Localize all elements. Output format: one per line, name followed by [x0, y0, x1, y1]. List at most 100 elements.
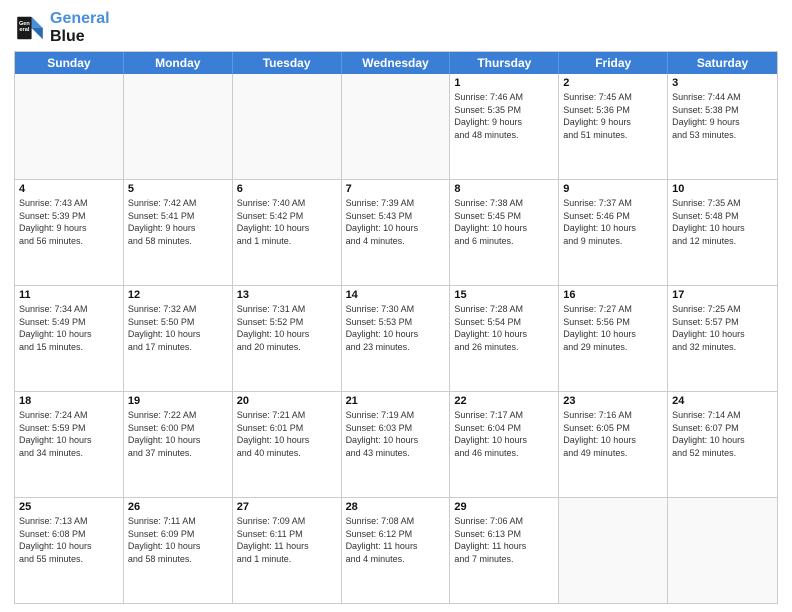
day-info: Sunrise: 7:22 AMSunset: 6:00 PMDaylight:…	[128, 409, 228, 459]
day-cell-28: 28 Sunrise: 7:08 AMSunset: 6:12 PMDayligh…	[342, 498, 451, 603]
day-info: Sunrise: 7:44 AMSunset: 5:38 PMDaylight:…	[672, 91, 773, 141]
day-cell-empty-0-3	[342, 74, 451, 179]
day-number: 18	[19, 395, 119, 407]
sunset-text: Sunset: 5:54 PM	[454, 317, 521, 327]
weekday-header-friday: Friday	[559, 52, 668, 74]
day-number: 28	[346, 501, 446, 513]
daylight-text: Daylight: 10 hours	[19, 541, 92, 551]
day-cell-8: 8Sunrise: 7:38 AMSunset: 5:45 PMDaylight…	[450, 180, 559, 285]
sunrise-text: Sunrise: 7:19 AM	[346, 410, 415, 420]
day-info: Sunrise: 7:38 AMSunset: 5:45 PMDaylight:…	[454, 197, 554, 247]
day-number: 12	[128, 289, 228, 301]
day-number: 17	[672, 289, 773, 301]
sunrise-text: Sunrise: 7:46 AM	[454, 92, 523, 102]
sunset-text: Sunset: 5:43 PM	[346, 211, 413, 221]
sunrise-text: Sunrise: 7:30 AM	[346, 304, 415, 314]
sunset-text: Sunset: 5:49 PM	[19, 317, 86, 327]
sunrise-text: Sunrise: 7:44 AM	[672, 92, 741, 102]
daylight-text: and 53 minutes.	[672, 130, 736, 140]
daylight-text: Daylight: 11 hours	[454, 541, 526, 551]
header: Gen eral GeneralBlue	[14, 10, 778, 45]
sunset-text: Sunset: 6:08 PM	[19, 529, 86, 539]
daylight-text: and 51 minutes.	[563, 130, 627, 140]
calendar-row-1: 1Sunrise: 7:46 AMSunset: 5:35 PMDaylight…	[15, 74, 777, 180]
day-cell-empty-4-5	[559, 498, 668, 603]
daylight-text: and 6 minutes.	[454, 236, 513, 246]
daylight-text: Daylight: 10 hours	[454, 329, 527, 339]
sunrise-text: Sunrise: 7:37 AM	[563, 198, 632, 208]
day-cell-17: 17Sunrise: 7:25 AMSunset: 5:57 PMDayligh…	[668, 286, 777, 391]
day-cell-27: 27Sunrise: 7:09 AMSunset: 6:11 PMDayligh…	[233, 498, 342, 603]
day-info: Sunrise: 7:42 AM Sunset: 5:41 PM Daylight:…	[128, 197, 228, 247]
day-number: 2	[563, 77, 663, 89]
day-info: Sunrise: 7:09 AMSunset: 6:11 PMDaylight:…	[237, 515, 337, 565]
daylight-text: and 7 minutes.	[454, 554, 513, 564]
day-number: 5	[128, 183, 228, 195]
logo-text: GeneralBlue	[50, 10, 110, 45]
day-cell-3: 3Sunrise: 7:44 AMSunset: 5:38 PMDaylight…	[668, 74, 777, 179]
weekday-header-saturday: Saturday	[668, 52, 777, 74]
daylight-text: Daylight: 10 hours	[128, 541, 201, 551]
sunset-text: Sunset: 5:46 PM	[563, 211, 630, 221]
daylight-text: and 23 minutes.	[346, 342, 410, 352]
day-cell-9: 9Sunrise: 7:37 AMSunset: 5:46 PMDaylight…	[559, 180, 668, 285]
day-info: Sunrise: 7:14 AMSunset: 6:07 PMDaylight:…	[672, 409, 773, 459]
calendar-row-5: 25Sunrise: 7:13 AMSunset: 6:08 PMDayligh…	[15, 498, 777, 603]
day-cell-22: 22Sunrise: 7:17 AMSunset: 6:04 PMDayligh…	[450, 392, 559, 497]
sunrise-text: Sunrise: 7:42 AM	[128, 198, 197, 208]
day-info: Sunrise: 7:19 AMSunset: 6:03 PMDaylight:…	[346, 409, 446, 459]
day-info: Sunrise: 7:06 AMSunset: 6:13 PMDaylight:…	[454, 515, 554, 565]
sunset-text: Sunset: 5:36 PM	[563, 105, 630, 115]
daylight-text: Daylight: 10 hours	[128, 329, 201, 339]
day-number: 9	[563, 183, 663, 195]
day-cell-25: 25Sunrise: 7:13 AMSunset: 6:08 PMDayligh…	[15, 498, 124, 603]
day-info: Sunrise: 7:34 AMSunset: 5:49 PMDaylight:…	[19, 303, 119, 353]
sunrise-text: Sunrise: 7:40 AM	[237, 198, 306, 208]
day-cell-15: 15Sunrise: 7:28 AMSunset: 5:54 PMDayligh…	[450, 286, 559, 391]
sunset-text: Sunset: 5:45 PM	[454, 211, 521, 221]
sunrise-text: Sunrise: 7:24 AM	[19, 410, 88, 420]
daylight-text: and 46 minutes.	[454, 448, 518, 458]
sunset-text: Sunset: 6:11 PM	[237, 529, 303, 539]
sunrise-text: Sunrise: 7:32 AM	[128, 304, 197, 314]
daylight-text: Daylight: 10 hours	[346, 223, 419, 233]
weekday-header-monday: Monday	[124, 52, 233, 74]
sunset-text: Sunset: 5:41 PM	[128, 211, 195, 221]
sunrise-text: Sunrise: 7:16 AM	[563, 410, 632, 420]
daylight-text: Daylight: 10 hours	[672, 329, 745, 339]
daylight-text: and 15 minutes.	[19, 342, 83, 352]
sunrise-text: Sunrise: 7:08 AM	[346, 516, 415, 526]
sunrise-text: Sunrise: 7:11 AM	[128, 516, 196, 526]
daylight-text: Daylight: 10 hours	[128, 435, 201, 445]
daylight-text: and 52 minutes.	[672, 448, 736, 458]
weekday-header-wednesday: Wednesday	[342, 52, 451, 74]
day-cell-4: 4Sunrise: 7:43 AMSunset: 5:39 PMDaylight…	[15, 180, 124, 285]
sunrise-text: Sunrise: 7:45 AM	[563, 92, 632, 102]
sunrise-text: Sunrise: 7:31 AM	[237, 304, 306, 314]
sunrise-text: Sunrise: 7:17 AM	[454, 410, 523, 420]
daylight-text: and 55 minutes.	[19, 554, 83, 564]
day-number: 15	[454, 289, 554, 301]
daylight-text: and 49 minutes.	[563, 448, 627, 458]
day-info: Sunrise: 7:45 AMSunset: 5:36 PMDaylight:…	[563, 91, 663, 141]
day-info: Sunrise: 7:08 AMSunset: 6:12 PMDaylight:…	[346, 515, 446, 565]
day-cell-20: 20Sunrise: 7:21 AMSunset: 6:01 PMDayligh…	[233, 392, 342, 497]
day-number: 19	[128, 395, 228, 407]
sunset-text: Sunset: 5:56 PM	[563, 317, 630, 327]
daylight-text: and 58 minutes.	[128, 236, 192, 246]
daylight-text: Daylight: 9 hours	[128, 223, 196, 233]
daylight-text: Daylight: 9 hours	[454, 117, 522, 127]
daylight-text: and 29 minutes.	[563, 342, 627, 352]
daylight-text: and 48 minutes.	[454, 130, 518, 140]
sunrise-text: Sunrise: 7:21 AM	[237, 410, 306, 420]
page: Gen eral GeneralBlue SundayMondayTuesday…	[0, 0, 792, 612]
sunrise-text: Sunrise: 7:09 AM	[237, 516, 306, 526]
day-cell-2: 2Sunrise: 7:45 AMSunset: 5:36 PMDaylight…	[559, 74, 668, 179]
sunset-text: Sunset: 6:07 PM	[672, 423, 739, 433]
sunrise-text: Sunrise: 7:38 AM	[454, 198, 523, 208]
daylight-text: Daylight: 10 hours	[454, 435, 527, 445]
daylight-text: Daylight: 10 hours	[563, 435, 636, 445]
sunset-text: Sunset: 5:53 PM	[346, 317, 413, 327]
day-info: Sunrise: 7:17 AMSunset: 6:04 PMDaylight:…	[454, 409, 554, 459]
sunrise-text: Sunrise: 7:43 AM	[19, 198, 88, 208]
